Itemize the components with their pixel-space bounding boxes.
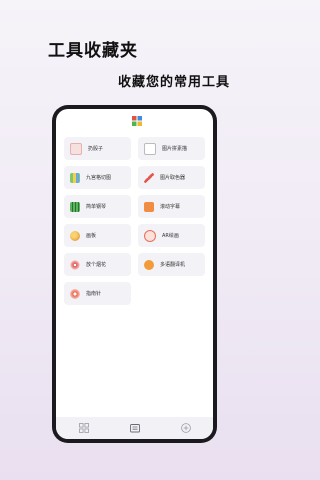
eyedropper-icon [144,172,154,183]
tool-label: 画板 [86,233,97,239]
tool-label: 简单钢琴 [86,204,107,210]
tool-label: 扔骰子 [88,146,104,152]
tool-label: 放个烟花 [86,262,107,268]
tool-card-translator[interactable]: 多语翻译机 [138,253,205,276]
marquee-icon [144,201,154,212]
tool-card-drawing-board[interactable]: 画板 [64,224,131,247]
palette-icon [70,230,80,241]
fireworks-icon [70,259,80,270]
piano-icon [70,201,80,212]
tool-card-marquee[interactable]: 滚动字幕 [138,195,205,218]
ar-paint-icon [144,229,156,242]
tool-card-dice[interactable]: 扔骰子 [64,137,131,160]
translator-icon [144,259,154,270]
tools-tab-icon[interactable] [79,423,89,433]
tool-card-piano[interactable]: 简单钢琴 [64,195,131,218]
tool-card-color-picker[interactable]: 图片取色器 [138,166,205,189]
phone-frame: 扔骰子 图片拼素描 九宫格切图 图片取色器 简单钢琴 滚动字幕 画板 AR绘画 … [52,105,217,443]
bottom-tab-bar [56,417,213,439]
headline: 工具收藏夹 [48,41,138,61]
tool-card-ar-paint[interactable]: AR绘画 [138,224,205,247]
sketch-icon [144,142,156,155]
tool-card-grid-cut[interactable]: 九宫格切图 [64,166,131,189]
tool-label: 滚动字幕 [160,204,181,210]
tool-label: AR绘画 [162,233,179,239]
tool-label: 多语翻译机 [160,262,186,268]
subline: 收藏您的常用工具 [117,75,230,90]
favorites-tab-icon[interactable] [130,423,140,433]
tool-label: 图片拼素描 [162,146,188,152]
app-screen: 扔骰子 图片拼素描 九宫格切图 图片取色器 简单钢琴 滚动字幕 画板 AR绘画 … [56,109,213,439]
dice-icon [70,142,82,155]
tool-label: 九宫格切图 [86,175,112,181]
app-logo-icon [132,116,142,126]
tool-label: 图片取色器 [160,175,186,181]
tool-card-fireworks[interactable]: 放个烟花 [64,253,131,276]
tool-label: 指南针 [86,291,102,297]
grid-icon [70,172,80,183]
tool-card-compass[interactable]: 指南针 [64,282,131,305]
add-tab-icon[interactable] [181,423,191,433]
tool-card-sketch[interactable]: 图片拼素描 [138,137,205,160]
compass-icon [70,288,80,299]
